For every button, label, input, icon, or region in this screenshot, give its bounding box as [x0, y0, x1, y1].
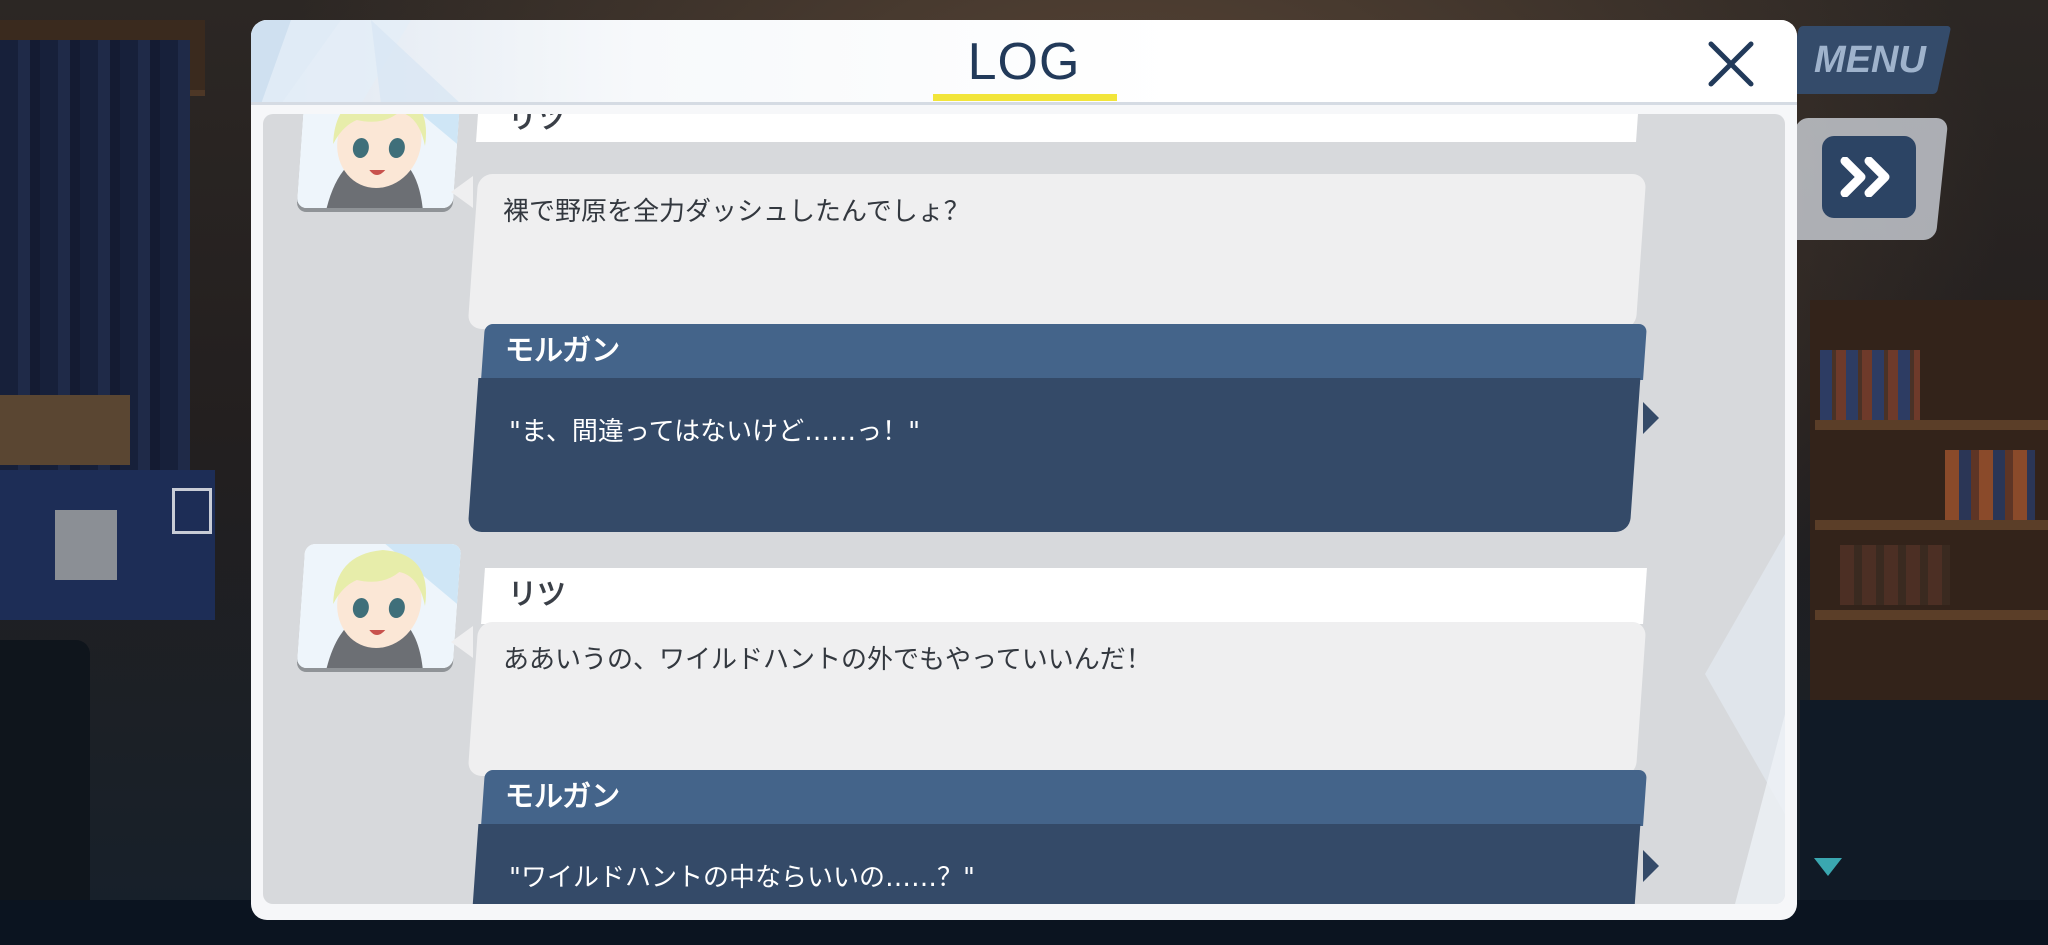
header-divider: [251, 102, 1797, 105]
bubble-pointer: [451, 176, 473, 208]
header-decoration: [251, 20, 461, 104]
bubble-pointer: [1643, 850, 1659, 882]
bubble-pointer: [451, 626, 473, 658]
close-button[interactable]: [1703, 36, 1759, 92]
books: [1820, 350, 1920, 420]
avatar: [296, 544, 462, 668]
speaker-namebar: [481, 568, 1647, 624]
glass-sign-icon: [172, 488, 212, 534]
speaker-namebar: [481, 324, 1647, 380]
speaker-name: モルガン: [505, 333, 621, 367]
message-text: "ワイルドハントの中ならいいの……？": [509, 863, 975, 893]
close-icon: [1708, 41, 1754, 87]
books: [1945, 450, 2035, 520]
shelf-board: [1815, 520, 2048, 530]
shelf-board: [1815, 610, 2048, 620]
cardboard-box: [0, 395, 130, 465]
message-text: 裸で野原を全力ダッシュしたんでしょ？: [503, 197, 970, 227]
books: [1840, 545, 1950, 605]
content-decoration: [1705, 534, 1785, 904]
log-panel: LOG リツ 裸で野原を全力ダッシュしたんでしょ？ モルガン "ま、間違ってはな…: [251, 20, 1797, 920]
speaker-name: リツ: [508, 114, 567, 135]
page-title: LOG: [967, 33, 1081, 91]
menu-button-label[interactable]: MENU: [1800, 36, 1940, 84]
speaker-name: リツ: [508, 577, 567, 611]
paper-note: [55, 510, 117, 580]
message-text: "ま、間違ってはないけど……っ！": [509, 417, 921, 447]
message-text: ああいうの、ワイルドハントの外でもやっていいんだ！: [503, 645, 1152, 675]
bubble-pointer: [1643, 402, 1659, 434]
ritsu-avatar-icon: [296, 544, 462, 668]
message-bubble: [467, 378, 1641, 532]
log-list[interactable]: リツ 裸で野原を全力ダッシュしたんでしょ？ モルガン "ま、間違ってはないけど……: [263, 114, 1785, 904]
fast-forward-icon: [1840, 157, 1890, 197]
title-underline: [933, 94, 1117, 101]
speaker-namebar: [481, 770, 1647, 826]
speaker-name: モルガン: [505, 779, 621, 813]
ritsu-avatar-icon: [296, 114, 462, 208]
fast-forward-button[interactable]: [1822, 136, 1916, 218]
speaker-namebar: [476, 114, 1638, 142]
dark-foreground: [0, 640, 90, 940]
triangle-down-icon[interactable]: [1814, 858, 1842, 876]
avatar: [296, 114, 462, 208]
log-header: LOG: [251, 20, 1797, 104]
shelf-board: [1815, 420, 2048, 430]
